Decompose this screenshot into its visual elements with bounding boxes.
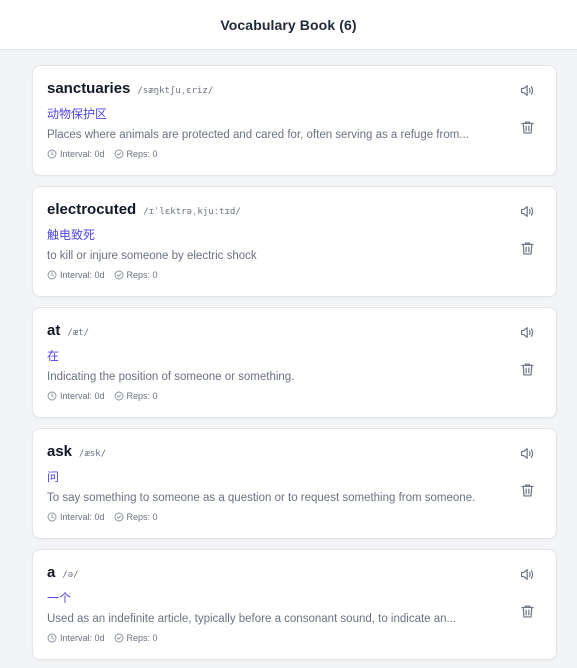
card-actions [518, 84, 536, 160]
review-meta: Interval: 0d Reps: 0 [47, 268, 499, 282]
trash-icon [519, 361, 536, 383]
pronounce-button[interactable] [518, 568, 536, 586]
review-meta: Interval: 0d Reps: 0 [47, 631, 499, 645]
check-circle-icon [114, 633, 124, 643]
interval-info: Interval: 0d [47, 270, 105, 280]
reps-info: Reps: 0 [114, 391, 158, 401]
trash-icon [519, 603, 536, 625]
reps-info: Reps: 0 [114, 633, 158, 643]
interval-text: Interval: 0d [60, 270, 105, 280]
interval-text: Interval: 0d [60, 149, 105, 159]
check-circle-icon [114, 512, 124, 522]
trash-icon [519, 240, 536, 262]
word-card-body: a /ə/ 一个 Used as an indefinite article, … [47, 564, 499, 645]
reps-text: Reps: 0 [126, 633, 158, 643]
word-text: a [47, 564, 56, 581]
delete-button[interactable] [518, 363, 536, 381]
word-card[interactable]: sanctuaries /sæŋktʃuˌɛriz/ 动物保护区 Places … [32, 65, 557, 176]
reps-text: Reps: 0 [126, 149, 158, 159]
delete-button[interactable] [518, 484, 536, 502]
word-card-body: ask /æsk/ 问 To say something to someone … [47, 443, 499, 524]
translation-text: 动物保护区 [47, 107, 108, 121]
delete-button[interactable] [518, 242, 536, 260]
volume-icon [519, 203, 536, 225]
reps-text: Reps: 0 [126, 270, 158, 280]
volume-icon [519, 324, 536, 346]
clock-icon [47, 512, 57, 522]
translation-text: 问 [47, 470, 60, 484]
word-text: electrocuted [47, 201, 137, 218]
definition-text: Used as an indefinite article, typically… [47, 613, 457, 625]
card-actions [518, 326, 536, 402]
word-heading: sanctuaries /sæŋktʃuˌɛriz/ [47, 80, 499, 102]
review-meta: Interval: 0d Reps: 0 [47, 389, 499, 403]
interval-info: Interval: 0d [47, 512, 105, 522]
review-meta: Interval: 0d Reps: 0 [47, 510, 499, 524]
phonetic-text: /ɪˈlɛktrəˌkjuːtɪd/ [143, 207, 241, 217]
word-text: sanctuaries [47, 80, 131, 97]
interval-info: Interval: 0d [47, 633, 105, 643]
definition-text: To say something to someone as a questio… [47, 492, 476, 504]
reps-info: Reps: 0 [114, 512, 158, 522]
word-card[interactable]: at /æt/ 在 Indicating the position of som… [32, 307, 557, 418]
reps-info: Reps: 0 [114, 149, 158, 159]
check-circle-icon [114, 391, 124, 401]
review-meta: Interval: 0d Reps: 0 [47, 147, 499, 161]
clock-icon [47, 270, 57, 280]
word-card-body: sanctuaries /sæŋktʃuˌɛriz/ 动物保护区 Places … [47, 80, 499, 161]
volume-icon [519, 445, 536, 467]
definition-text: Places where animals are protected and c… [47, 129, 469, 141]
word-card[interactable]: ask /æsk/ 问 To say something to someone … [32, 428, 557, 539]
word-text: ask [47, 443, 73, 460]
top-bar: Vocabulary Book (6) [0, 0, 577, 50]
word-heading: a /ə/ [47, 564, 499, 586]
phonetic-text: /ə/ [62, 570, 79, 580]
word-heading: at /æt/ [47, 322, 499, 344]
word-card[interactable]: a /ə/ 一个 Used as an indefinite article, … [32, 549, 557, 660]
definition-text: to kill or injure someone by electric sh… [47, 250, 257, 262]
interval-info: Interval: 0d [47, 391, 105, 401]
page-title: Vocabulary Book (6) [220, 16, 357, 33]
check-circle-icon [114, 149, 124, 159]
word-heading: ask /æsk/ [47, 443, 499, 465]
definition-text: Indicating the position of someone or so… [47, 371, 295, 383]
phonetic-text: /æsk/ [79, 449, 107, 459]
word-heading: electrocuted /ɪˈlɛktrəˌkjuːtɪd/ [47, 201, 499, 223]
word-list: sanctuaries /sæŋktʃuˌɛriz/ 动物保护区 Places … [32, 65, 557, 668]
pronounce-button[interactable] [518, 205, 536, 223]
pronounce-button[interactable] [518, 447, 536, 465]
word-text: at [47, 322, 61, 339]
card-actions [518, 568, 536, 644]
phonetic-text: /æt/ [67, 328, 90, 338]
delete-button[interactable] [518, 605, 536, 623]
translation-text: 触电致死 [47, 228, 96, 242]
trash-icon [519, 119, 536, 141]
reps-info: Reps: 0 [114, 270, 158, 280]
card-actions [518, 205, 536, 281]
trash-icon [519, 482, 536, 504]
delete-button[interactable] [518, 121, 536, 139]
clock-icon [47, 633, 57, 643]
interval-text: Interval: 0d [60, 633, 105, 643]
volume-icon [519, 82, 536, 104]
pronounce-button[interactable] [518, 84, 536, 102]
clock-icon [47, 149, 57, 159]
translation-text: 一个 [47, 591, 72, 605]
pronounce-button[interactable] [518, 326, 536, 344]
reps-text: Reps: 0 [126, 512, 158, 522]
word-card[interactable]: electrocuted /ɪˈlɛktrəˌkjuːtɪd/ 触电致死 to … [32, 186, 557, 297]
translation-text: 在 [47, 349, 60, 363]
interval-text: Interval: 0d [60, 391, 105, 401]
reps-text: Reps: 0 [126, 391, 158, 401]
phonetic-text: /sæŋktʃuˌɛriz/ [137, 86, 214, 96]
word-card-body: at /æt/ 在 Indicating the position of som… [47, 322, 499, 403]
volume-icon [519, 566, 536, 588]
interval-info: Interval: 0d [47, 149, 105, 159]
interval-text: Interval: 0d [60, 512, 105, 522]
word-card-body: electrocuted /ɪˈlɛktrəˌkjuːtɪd/ 触电致死 to … [47, 201, 499, 282]
clock-icon [47, 391, 57, 401]
card-actions [518, 447, 536, 523]
check-circle-icon [114, 270, 124, 280]
vocabulary-app: Vocabulary Book (6) sanctuaries /sæŋktʃu… [0, 0, 577, 668]
